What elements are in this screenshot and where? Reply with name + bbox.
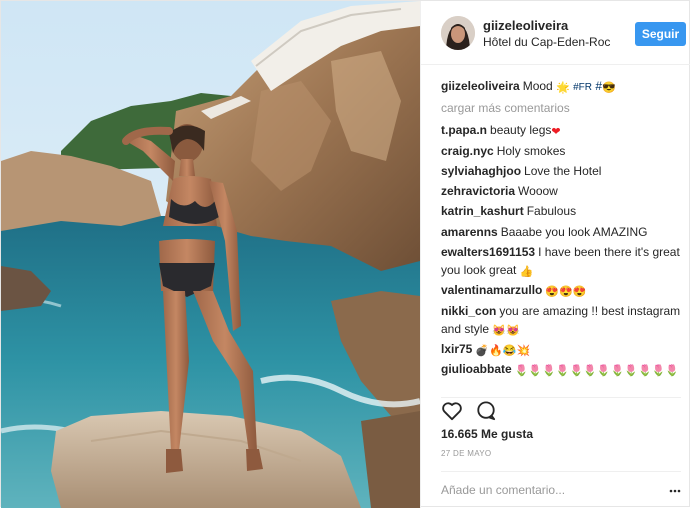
comment-username[interactable]: zehravictoria bbox=[441, 184, 515, 198]
comment-username[interactable]: katrin_kashurt bbox=[441, 204, 524, 218]
comment-text: Baaabe you look AMAZING bbox=[500, 224, 648, 239]
caption-tag-cool[interactable]: #😎 bbox=[595, 79, 616, 94]
comment-row: ewalters1691153 I have been there it's gr… bbox=[441, 243, 681, 279]
post-photo[interactable] bbox=[1, 1, 420, 508]
bomb-fire-laugh-boom-icon: 💣🔥😂💥 bbox=[475, 344, 531, 357]
comment-box: Añade un comentario... bbox=[441, 471, 681, 508]
comment-username[interactable]: giulioabbate bbox=[441, 362, 512, 376]
comment-row: sylviahaghjoo Love the Hotel bbox=[441, 162, 681, 180]
comment-username[interactable]: t.papa.n bbox=[441, 123, 487, 137]
avatar-image bbox=[441, 16, 475, 50]
post-photo-image bbox=[1, 1, 420, 508]
comment-text: Fabulous bbox=[526, 204, 577, 219]
tulip-icon: 🌷🌷🌷🌷🌷🌷🌷🌷🌷🌷🌷🌷 bbox=[514, 365, 680, 378]
sunglasses-icon: 😎 bbox=[602, 82, 616, 94]
header-location[interactable]: Hôtel du Cap-Eden-Roc bbox=[483, 35, 610, 49]
comment-row: valentinamarzullo 😍😍😍 bbox=[441, 281, 681, 299]
post-date: 27 DE MAYO bbox=[441, 449, 492, 458]
follow-button[interactable]: Seguir bbox=[635, 22, 686, 46]
heart-eyes-icon: 😍😍😍 bbox=[545, 286, 587, 299]
comment-row: lxir75 💣🔥😂💥 bbox=[441, 340, 681, 358]
comment-text: Love the Hotel bbox=[524, 163, 602, 178]
sparkle-icon: 🌟 bbox=[556, 82, 570, 94]
comments-list: giizeleoliveira Mood 🌟 #FR #😎 cargar más … bbox=[441, 77, 681, 381]
post-sidebar: giizeleoliveira Hôtel du Cap-Eden-Roc Se… bbox=[420, 1, 690, 508]
comment-row: katrin_kashurt Fabulous bbox=[441, 202, 681, 220]
comment-row: giulioabbate 🌷🌷🌷🌷🌷🌷🌷🌷🌷🌷🌷🌷 bbox=[441, 360, 681, 378]
comment-row: nikki_con you are amazing !! best instagr… bbox=[441, 302, 681, 338]
caption-tag-fr-text: #FR bbox=[573, 82, 593, 93]
heart-icon: ❤ bbox=[551, 126, 561, 139]
cat-heart-eyes-icon: 😻😻 bbox=[492, 324, 520, 337]
caption-username[interactable]: giizeleoliveira bbox=[441, 79, 520, 93]
caption-tag-fr[interactable]: #FR bbox=[573, 82, 592, 93]
comment-username[interactable]: amarenns bbox=[441, 225, 498, 239]
post-header: giizeleoliveira Hôtel du Cap-Eden-Roc Se… bbox=[421, 1, 690, 65]
heart-outline-icon[interactable] bbox=[441, 401, 463, 426]
avatar[interactable] bbox=[441, 16, 475, 50]
comment-row: craig.nyc Holy smokes bbox=[441, 142, 681, 160]
more-dots-icon[interactable] bbox=[669, 484, 681, 496]
comment-text: beauty legs bbox=[490, 123, 552, 138]
comment-row: t.papa.n beauty legs❤ bbox=[441, 121, 681, 139]
like-count[interactable]: 16.665 Me gusta bbox=[441, 427, 533, 441]
comment-username[interactable]: craig.nyc bbox=[441, 144, 494, 158]
comment-row: zehravictoria Wooow bbox=[441, 182, 681, 200]
comment-row: amarenns Baaabe you look AMAZING bbox=[441, 223, 681, 241]
post-actions bbox=[441, 397, 681, 426]
speech-bubble-icon[interactable] bbox=[475, 401, 497, 426]
comment-username[interactable]: lxir75 bbox=[441, 342, 472, 356]
caption-tag-cool-text: # bbox=[595, 79, 603, 93]
add-comment-input[interactable]: Añade un comentario... bbox=[441, 483, 565, 497]
comment-text: Wooow bbox=[518, 184, 558, 199]
thumbs-up-icon: 👍 bbox=[519, 266, 534, 279]
load-more-comments[interactable]: cargar más comentarios bbox=[441, 99, 681, 117]
caption: giizeleoliveira Mood 🌟 #FR #😎 bbox=[441, 77, 681, 97]
caption-text: Mood bbox=[522, 79, 557, 93]
comment-username[interactable]: nikki_con bbox=[441, 304, 496, 318]
comment-username[interactable]: valentinamarzullo bbox=[441, 283, 542, 297]
header-username[interactable]: giizeleoliveira bbox=[483, 18, 568, 33]
comment-username[interactable]: sylviahaghjoo bbox=[441, 164, 521, 178]
comment-username[interactable]: ewalters1691153 bbox=[441, 245, 535, 259]
instagram-post: giizeleoliveira Hôtel du Cap-Eden-Roc Se… bbox=[0, 0, 690, 508]
comment-text: Holy smokes bbox=[496, 143, 566, 158]
